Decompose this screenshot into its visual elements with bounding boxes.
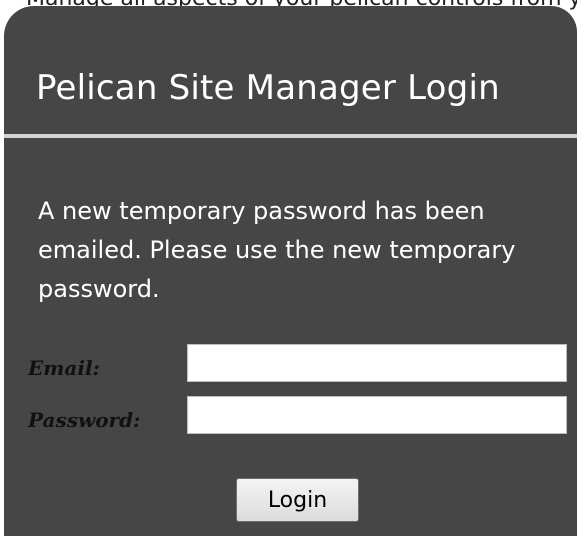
login-button[interactable]: Login (236, 478, 359, 522)
title-divider (4, 134, 577, 138)
login-panel: Pelican Site Manager Login A new tempora… (4, 6, 577, 536)
password-field[interactable] (187, 396, 567, 434)
status-message: A new temporary password has been emaile… (38, 197, 516, 303)
password-label: Password: (28, 408, 141, 432)
login-title: Pelican Site Manager Login (36, 68, 500, 108)
email-field[interactable] (187, 344, 567, 382)
email-label: Email: (28, 356, 100, 380)
